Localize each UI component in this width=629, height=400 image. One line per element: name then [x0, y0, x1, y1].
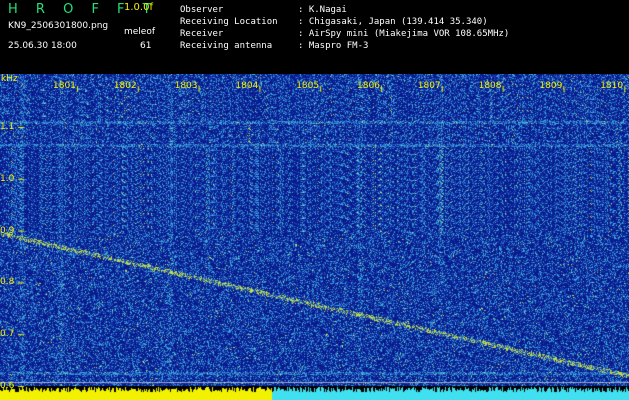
info-value: : AirSpy mini (Miakejima VOR 108.65MHz) [298, 29, 510, 39]
x-tick-label: 1801 [53, 81, 76, 91]
info-value: : K.Nagai [298, 5, 347, 15]
frequency-unit: kHz [1, 74, 18, 84]
y-tick-label: 1.1 [0, 122, 15, 132]
x-tick-label: 1810 [600, 81, 624, 91]
x-tick-label: 1807 [417, 81, 441, 91]
x-tick-label: 1803 [174, 81, 198, 91]
y-tick-label: 0.6 [0, 381, 15, 391]
y-tick-label: 0.8 [0, 277, 15, 288]
app-label: meleof [124, 27, 156, 37]
file-name: KN9_2506301800.png [8, 21, 109, 31]
y-tick-label: 1.0 [0, 173, 15, 184]
info-row-receiver: Receiver : AirSpy mini (Miakejima VOR 108… [180, 28, 509, 40]
info-label: Observer [180, 5, 224, 15]
info-row-observer: Observer : K.Nagai [180, 4, 509, 16]
info-value: : Maspro FM-3 [298, 41, 369, 51]
y-tick-label: 0.7 [0, 329, 15, 340]
x-tick-label: 1802 [113, 81, 137, 91]
info-label: Receiver [180, 29, 224, 39]
y-tick-label: 0.9 [0, 225, 15, 236]
spectrogram [0, 74, 629, 400]
station-info: Observer : K.Nagai Receiving Location : Ch… [180, 4, 509, 52]
info-row-antenna: Receiving antenna : Maspro FM-3 [180, 40, 509, 52]
info-value: : Chigasaki, Japan (139.414 35.340) [298, 17, 488, 27]
date-time: 25.06.30 18:00 [8, 41, 77, 51]
info-label: Receiving Location [180, 17, 278, 27]
x-tick-label: 1806 [357, 81, 380, 91]
info-row-location: Receiving Location : Chigasaki, Japan (13… [180, 16, 509, 28]
x-tick-label: 1808 [478, 81, 502, 91]
info-label: Receiving antenna [180, 41, 273, 51]
app-version: 1.0.0f [124, 2, 153, 13]
header-panel: H R O F F T 1.0.0f KN9_2506301800.png me… [0, 0, 629, 74]
x-tick-label: 1809 [539, 81, 563, 91]
detection-count: 61 [140, 41, 152, 51]
x-tick-label: 1805 [296, 81, 320, 91]
x-tick-label: 1804 [235, 81, 259, 91]
